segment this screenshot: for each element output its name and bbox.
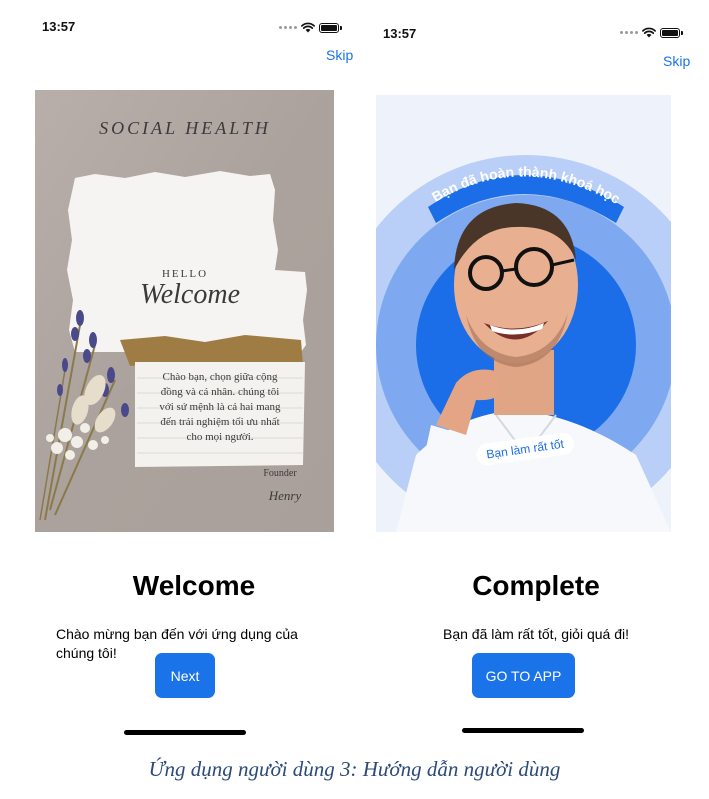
figure-caption: Ứng dụng người dùng 3: Hướng dẫn người d… — [148, 757, 561, 781]
card-message-line: Chào bạn, chọn giữa cộng — [162, 371, 278, 383]
card-message-line: với sứ mệnh là cả hai mang — [159, 401, 281, 413]
card-founder: Founder — [263, 468, 297, 479]
skip-button[interactable]: Skip — [326, 47, 353, 63]
card-message-line: đến trải nghiệm tối ưu nhất — [160, 416, 279, 428]
skip-button[interactable]: Skip — [663, 53, 690, 69]
card-welcome-script: Welcome — [140, 279, 240, 310]
home-indicator — [124, 730, 246, 735]
complete-illustration: Bạn đã hoàn thành khoá học Bạn làm rất t… — [376, 95, 671, 532]
home-indicator — [462, 728, 584, 733]
signal-dots-icon — [620, 31, 638, 34]
next-button[interactable]: Next — [155, 653, 215, 698]
card-signature: Henry — [268, 488, 302, 503]
onboarding-screen-welcome: 13:57 Skip SOCIAL HEALTH HELLO Welcome C… — [28, 0, 360, 745]
card-message-line: cho mọi người. — [186, 431, 253, 443]
status-time: 13:57 — [42, 19, 76, 34]
battery-icon — [319, 22, 342, 33]
screen-title: Complete — [472, 570, 600, 601]
status-time: 13:57 — [383, 26, 417, 41]
screen-description: Bạn đã làm rất tốt, giỏi quá đi! — [443, 626, 629, 642]
wifi-icon — [301, 22, 315, 33]
screen-title: Welcome — [132, 570, 256, 601]
onboarding-screen-complete: 13:57 Skip Bạn đã hoàn thành khoá học Bạ… — [370, 0, 702, 745]
card-message-line: đồng và cá nhân. chúng tôi — [161, 386, 280, 398]
signal-dots-icon — [279, 26, 297, 29]
welcome-illustration: SOCIAL HEALTH HELLO Welcome Chào bạn, ch… — [35, 90, 334, 532]
go-to-app-button[interactable]: GO TO APP — [472, 653, 575, 698]
status-icons — [279, 22, 342, 33]
card-brand: SOCIAL HEALTH — [99, 118, 271, 138]
wifi-icon — [642, 27, 656, 38]
status-icons — [620, 27, 683, 38]
battery-icon — [660, 27, 683, 38]
